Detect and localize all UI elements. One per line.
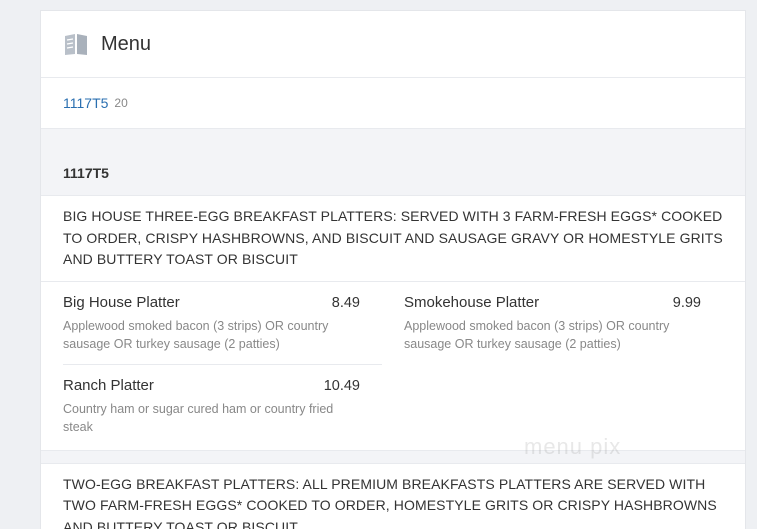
menu-card: Menu 1117T5 20 1117T5 BIG HOUSE THREE-EG…: [40, 10, 746, 529]
section-description: BIG HOUSE THREE-EGG BREAKFAST PLATTERS: …: [41, 196, 745, 282]
menu-item[interactable]: Big House Platter 8.49 Applewood smoked …: [41, 282, 382, 365]
item-description: Applewood smoked bacon (3 strips) OR cou…: [404, 317, 701, 353]
item-price: 9.99: [673, 295, 701, 311]
menu-items-grid: Big House Platter 8.49 Applewood smoked …: [41, 282, 745, 448]
item-price: 8.49: [332, 295, 360, 311]
section-spacer: [41, 450, 745, 464]
item-description: Country ham or sugar cured ham or countr…: [63, 400, 360, 436]
section-spacer: [41, 129, 745, 151]
menu-tabs: 1117T5 20: [41, 78, 745, 129]
menu-item[interactable]: Ranch Platter 10.49 Country ham or sugar…: [41, 365, 382, 448]
item-description: Applewood smoked bacon (3 strips) OR cou…: [63, 317, 360, 353]
item-count-badge: 20: [114, 96, 127, 110]
section-description: TWO-EGG BREAKFAST PLATTERS: ALL PREMIUM …: [41, 464, 745, 529]
menu-header: Menu: [41, 11, 745, 78]
menu-link[interactable]: 1117T5: [63, 95, 108, 111]
item-name: Smokehouse Platter: [404, 294, 539, 311]
section-title: 1117T5: [41, 151, 745, 196]
menu-item[interactable]: Smokehouse Platter 9.99 Applewood smoked…: [382, 282, 723, 365]
book-icon: [63, 31, 89, 57]
item-price: 10.49: [324, 378, 360, 394]
watermark-logo: menu pix: [524, 434, 621, 460]
page-title: Menu: [101, 33, 151, 56]
item-name: Big House Platter: [63, 294, 180, 311]
item-name: Ranch Platter: [63, 377, 154, 394]
